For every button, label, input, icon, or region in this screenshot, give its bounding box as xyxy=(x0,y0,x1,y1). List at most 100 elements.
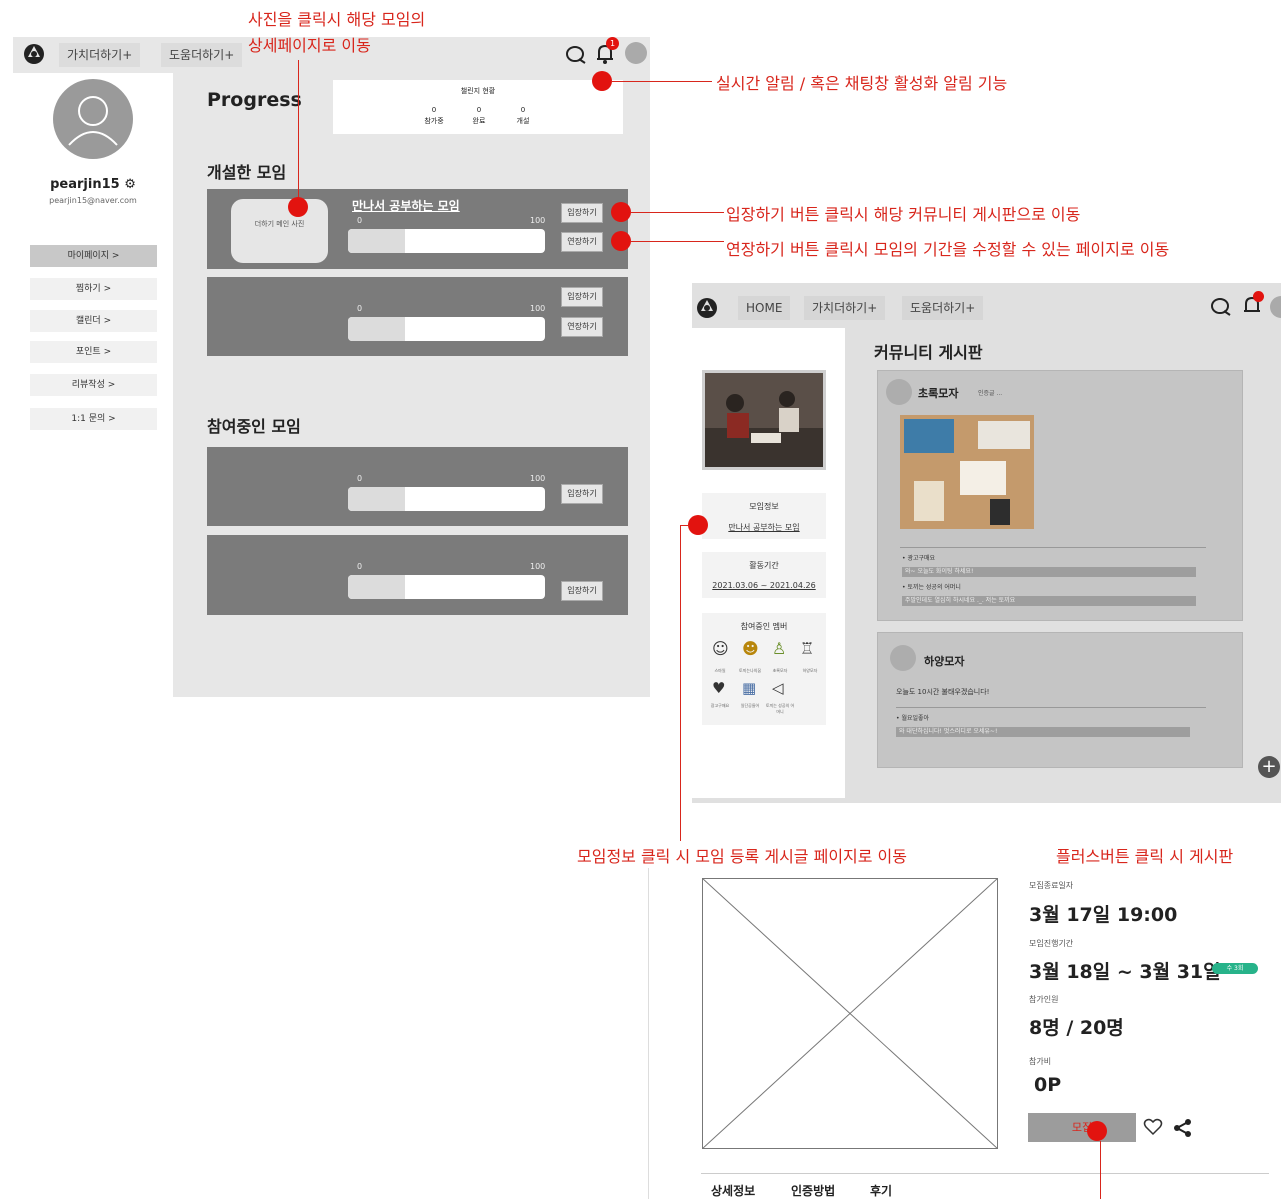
nav-value-plus[interactable]: 가치더하기+ xyxy=(59,43,141,67)
study-photo-image xyxy=(705,373,823,467)
chat-icon[interactable] xyxy=(565,45,587,65)
group-title[interactable]: 만나서 공부하는 모임 xyxy=(352,197,460,214)
annotation-photo-click: 사진을 클릭시 해당 모임의 상세페이지로 이동 xyxy=(248,10,426,55)
sidebar: pearjin15 ⚙ pearjin15@naver.com 마이페이지 > … xyxy=(13,73,173,697)
avatar[interactable] xyxy=(625,42,647,64)
tab-details[interactable]: 상세정보 xyxy=(711,1182,755,1199)
annotation-group-info: 모임정보 클릭 시 모임 등록 게시글 페이지로 이동 xyxy=(577,847,908,866)
stat-label: 완료 xyxy=(472,117,486,125)
nav-value-plus[interactable]: 가치더하기+ xyxy=(804,296,886,320)
progress-fill xyxy=(348,487,406,511)
annotation-marker xyxy=(1087,1121,1107,1141)
annotation-line xyxy=(612,81,712,82)
member-name: 초록모자 xyxy=(772,668,788,673)
enter-button[interactable]: 입장하기 xyxy=(561,203,603,223)
group-photo[interactable] xyxy=(702,370,826,470)
sidebar-item-wishlist[interactable]: 찜하기 > xyxy=(30,278,157,300)
user-email: pearjin15@naver.com xyxy=(49,196,137,205)
share-icon[interactable] xyxy=(1173,1118,1193,1138)
annotation-line xyxy=(631,241,724,242)
period-label: 활동기간 xyxy=(749,561,779,570)
progress-fill xyxy=(348,317,406,341)
progress-min: 0 xyxy=(357,474,363,483)
extend-button[interactable]: 연장하기 xyxy=(561,317,603,337)
post-photo-image xyxy=(900,415,1034,529)
sidebar-item-inquiry[interactable]: 1:1 문의 > xyxy=(30,408,157,430)
post-card[interactable]: 하양모자 오늘도 10시간 불태우겠습니다! • 월요일좋아 와 대단하십니다!… xyxy=(877,632,1243,768)
tab-reviews[interactable]: 후기 xyxy=(870,1182,892,1199)
extend-button[interactable]: 연장하기 xyxy=(561,232,603,252)
progress-title: Progress xyxy=(207,89,302,111)
group-sidebar: 모임정보 만나서 공부하는 모임 활동기간 2021.03.06 ~ 2021.… xyxy=(692,328,845,798)
stat-label: 참가중 xyxy=(424,117,444,125)
annotation-line xyxy=(680,525,681,841)
enter-button[interactable]: 입장하기 xyxy=(561,581,603,601)
post-card[interactable]: 초록모자 인증글 ... • 광고구매요 와~ 오늘도 화이팅 하세요! • 토… xyxy=(877,370,1243,621)
annotation-line xyxy=(298,60,299,206)
community-board-screen: HOME 가치더하기+ 도움더하기+ 모임정보 만나서 공부하는 모임 활동기간… xyxy=(692,283,1281,803)
annotation-marker xyxy=(592,71,612,91)
progress-fill xyxy=(348,575,406,599)
image-placeholder xyxy=(702,878,998,1149)
annotation-line xyxy=(631,212,724,213)
challenge-title: 챌린지 현황 xyxy=(460,87,496,95)
stat-label: 개설 xyxy=(516,117,530,125)
chat-icon[interactable] xyxy=(1210,297,1232,317)
group-info-label: 모임정보 xyxy=(749,502,779,511)
sidebar-item-review[interactable]: 리뷰작성 > xyxy=(30,374,157,396)
group-photo[interactable]: 더하기 메인 사진 xyxy=(231,199,328,263)
heart-icon[interactable] xyxy=(1143,1118,1163,1136)
logo-icon[interactable] xyxy=(23,43,45,65)
annotation-enter-button: 입장하기 버튼 클릭시 해당 커뮤니티 게시판으로 이동 xyxy=(726,205,1081,224)
nav-help-plus[interactable]: 도움더하기+ xyxy=(161,43,243,67)
progress-min: 0 xyxy=(357,304,363,313)
member-greenhat-icon[interactable]: ♙ xyxy=(772,639,786,658)
nav-help-plus[interactable]: 도움더하기+ xyxy=(902,296,984,320)
member-whitehat-icon[interactable]: ♖ xyxy=(800,639,814,658)
activity-period-box: 활동기간 2021.03.06 ~ 2021.04.26 xyxy=(702,552,826,598)
post-author: 초록모자 xyxy=(918,387,959,400)
apply-button[interactable]: 모집 xyxy=(1028,1113,1136,1142)
username: pearjin15 ⚙ xyxy=(50,177,136,192)
author-avatar xyxy=(886,379,912,405)
sidebar-item-points[interactable]: 포인트 > xyxy=(30,341,157,363)
annotation-line xyxy=(1100,1141,1101,1199)
member-cards-icon[interactable]: ▦ xyxy=(742,679,756,697)
comment-author: • 광고구매요 xyxy=(902,555,936,562)
progress-min: 0 xyxy=(357,562,363,571)
annotation-marker xyxy=(688,515,708,535)
board-title: 커뮤니티 게시판 xyxy=(874,343,983,362)
stat-value: 0 xyxy=(476,106,482,114)
comment-text: 와 대단하십니다! 멋스러디로 오세유~! xyxy=(896,727,1190,737)
user-silhouette-icon xyxy=(68,96,118,146)
member-smile-icon[interactable]: ☺ xyxy=(712,639,729,658)
member-name: 일단공들어 xyxy=(740,703,760,708)
member-speaker-icon[interactable]: ◁ xyxy=(772,679,784,697)
enter-button[interactable]: 입장하기 xyxy=(561,484,603,504)
author-avatar xyxy=(890,645,916,671)
member-heart-icon[interactable]: ♥ xyxy=(712,679,725,697)
comment-author: • 월요일좋아 xyxy=(896,715,930,722)
period-value: 3월 18일 ~ 3월 31일 xyxy=(1029,961,1221,983)
group-info-name[interactable]: 만나서 공부하는 모임 xyxy=(702,522,826,533)
annotation-marker xyxy=(611,231,631,251)
nav-home[interactable]: HOME xyxy=(738,296,791,320)
post-author: 하양모자 xyxy=(924,655,965,668)
avatar[interactable] xyxy=(1270,296,1281,318)
plus-button[interactable]: + xyxy=(1258,756,1280,778)
comment-text: 주말인데도 열심히 하시네요 ._. 저는 토끼요 xyxy=(902,596,1196,606)
fee-value: 0P xyxy=(1034,1074,1062,1096)
member-rabbit-icon[interactable]: ☻ xyxy=(742,639,759,658)
divider xyxy=(896,707,1206,708)
member-name: 하양모자 xyxy=(802,668,818,673)
sidebar-item-calendar[interactable]: 캘린더 > xyxy=(30,310,157,332)
logo-icon[interactable] xyxy=(696,297,718,319)
enter-button[interactable]: 입장하기 xyxy=(561,287,603,307)
group-info-box[interactable]: 모임정보 만나서 공부하는 모임 xyxy=(702,493,826,539)
tab-verification[interactable]: 인증방법 xyxy=(791,1182,835,1199)
sidebar-item-mypage[interactable]: 마이페이지 > xyxy=(30,245,157,267)
members-label: 참여중인 멤버 xyxy=(740,622,788,631)
comment-text: 와~ 오늘도 화이팅 하세요! xyxy=(902,567,1196,577)
post-body: 오늘도 10시간 불태우겠습니다! xyxy=(896,688,990,696)
end-date-label: 모집종료일자 xyxy=(1029,881,1074,890)
